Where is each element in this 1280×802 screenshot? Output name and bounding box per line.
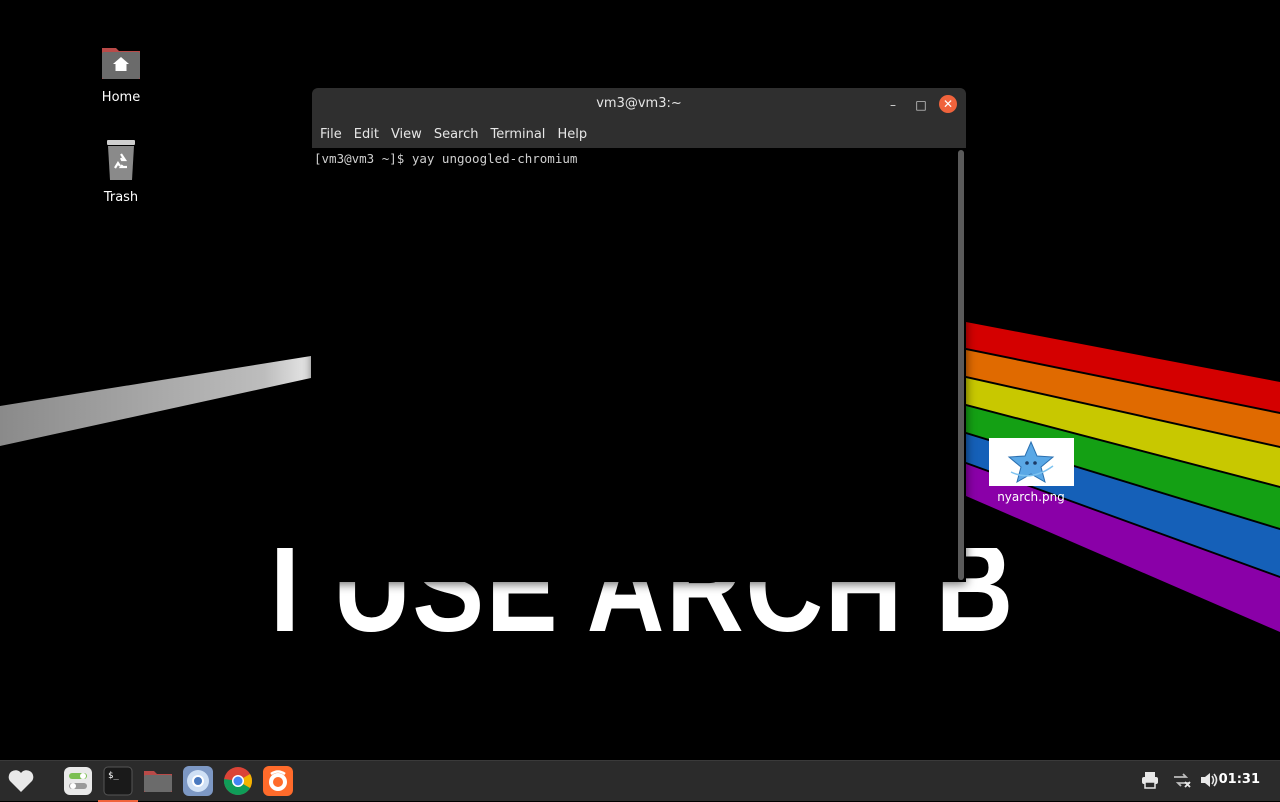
taskbar-terminal-app[interactable]: $_ [98, 765, 138, 802]
close-button[interactable]: ✕ [939, 95, 957, 113]
menu-help[interactable]: Help [551, 127, 593, 142]
menu-terminal[interactable]: Terminal [484, 127, 551, 142]
files-folder-icon [144, 771, 172, 792]
favorites-button[interactable] [5, 765, 37, 797]
volume-button[interactable] [1199, 771, 1219, 793]
firefox-icon [263, 766, 293, 796]
menu-view[interactable]: View [385, 127, 428, 142]
clock[interactable]: 01:31 [1219, 772, 1260, 787]
heart-icon [8, 770, 34, 792]
menu-edit[interactable]: Edit [348, 127, 385, 142]
window-titlebar[interactable]: vm3@vm3:~ – □ ✕ [312, 88, 966, 120]
desktop-icon-label: Trash [103, 190, 139, 205]
network-button[interactable] [1172, 771, 1192, 793]
desktop-icon-nyarch-png[interactable]: nyarch.png [988, 438, 1074, 504]
nyarch-star-icon [1007, 440, 1054, 484]
menu-search[interactable]: Search [428, 127, 485, 142]
trash-icon [107, 140, 135, 180]
terminal-scrollbar[interactable] [958, 150, 964, 580]
image-thumbnail [988, 438, 1074, 486]
settings-toggle-icon [64, 767, 92, 795]
taskbar-files-app[interactable] [142, 765, 174, 797]
home-folder-icon [102, 48, 140, 79]
light-beam [0, 356, 311, 446]
menubar: File Edit View Search Terminal Help [312, 120, 966, 148]
printer-button[interactable] [1141, 771, 1159, 793]
chrome-icon [223, 767, 252, 795]
desktop-icon-label: nyarch.png [997, 490, 1065, 504]
volume-icon [1201, 773, 1218, 787]
taskbar-firefox-app[interactable] [262, 765, 294, 797]
maximize-button[interactable]: □ [912, 96, 930, 114]
desktop-icon-label: Home [101, 90, 141, 105]
desktop-icon-trash[interactable]: Trash [76, 138, 166, 205]
taskbar-chromium-app[interactable] [182, 765, 214, 797]
taskbar-chrome-app[interactable] [222, 765, 254, 797]
svg-text:$_: $_ [108, 771, 119, 781]
terminal-area[interactable]: [vm3@vm3 ~]$ yay ungoogled-chromium [312, 148, 954, 582]
network-disconnected-icon [1174, 773, 1191, 788]
menu-file[interactable]: File [314, 127, 348, 142]
minimize-button[interactable]: – [884, 96, 902, 114]
printer-icon [1142, 772, 1158, 789]
terminal-command-line: [vm3@vm3 ~]$ yay ungoogled-chromium [314, 151, 578, 166]
window-title: vm3@vm3:~ [596, 96, 682, 111]
terminal-window[interactable]: vm3@vm3:~ – □ ✕ File Edit View Search Te… [312, 88, 966, 582]
desktop-icon-home[interactable]: Home [76, 42, 166, 105]
taskbar: $_ 01:31 [0, 760, 1280, 802]
terminal-icon: $_ [103, 766, 133, 796]
chromium-icon [183, 766, 213, 796]
desktop: I USE ARCH BTW Home Trash vm3@vm3:~ – □ … [0, 0, 1280, 760]
taskbar-settings-app[interactable] [62, 765, 94, 797]
